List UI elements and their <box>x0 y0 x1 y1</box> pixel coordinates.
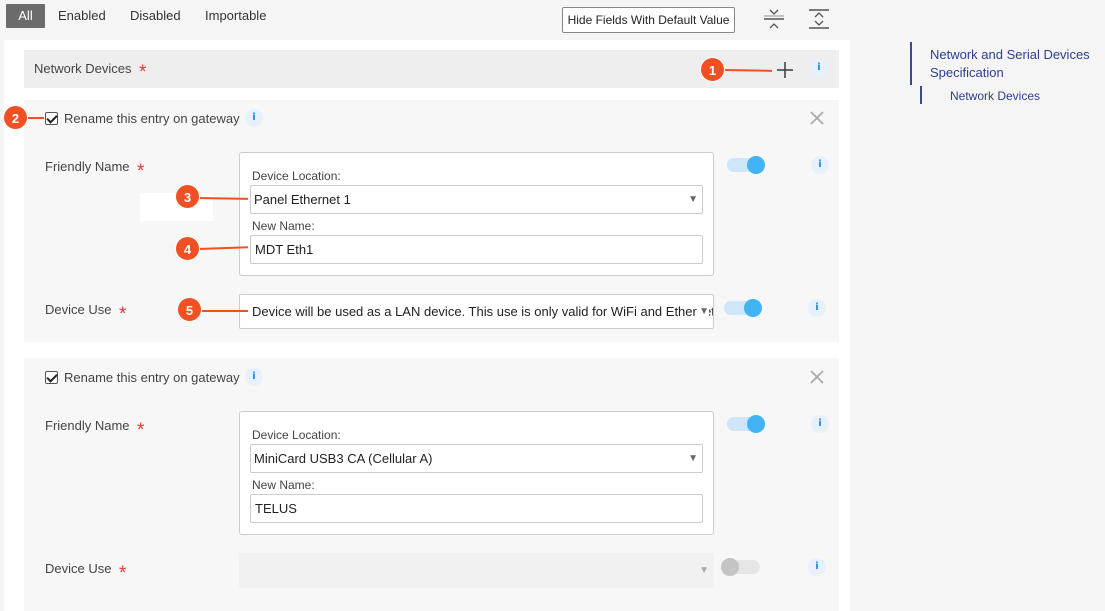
chevron-down-icon: ▼ <box>686 445 698 472</box>
callout-4: 4 <box>175 236 200 261</box>
required-marker: * <box>119 304 127 325</box>
toc-indicator <box>920 86 922 104</box>
rename-info-icon[interactable]: i <box>245 109 263 127</box>
device-use-info-icon[interactable]: i <box>808 558 826 576</box>
hide-default-fields-button[interactable]: Hide Fields With Default Value <box>562 7 735 33</box>
collapse-all-icon[interactable] <box>762 8 786 30</box>
rename-label: Rename this entry on gateway <box>64 370 240 385</box>
callout-5: 5 <box>177 297 202 322</box>
tab-enabled[interactable]: Enabled <box>58 4 106 28</box>
friendly-name-toggle[interactable] <box>727 415 765 433</box>
rename-label: Rename this entry on gateway <box>64 111 240 126</box>
new-name-label: New Name: <box>252 478 315 492</box>
required-marker: * <box>139 62 147 83</box>
required-marker: * <box>137 420 145 441</box>
toc-indicator <box>910 42 912 85</box>
required-marker: * <box>137 161 145 182</box>
device-use-select[interactable]: Device will be used as a LAN device. Thi… <box>239 294 714 329</box>
required-marker: * <box>119 563 127 584</box>
chevron-down-icon: ▼ <box>697 295 709 328</box>
device-use-toggle[interactable] <box>724 299 762 317</box>
callout-line <box>26 117 44 119</box>
plus-icon[interactable] <box>775 61 795 79</box>
callout-3: 3 <box>175 184 200 209</box>
new-name-input[interactable]: MDT Eth1 <box>250 235 703 264</box>
tab-disabled[interactable]: Disabled <box>130 4 181 28</box>
close-icon[interactable] <box>809 369 825 385</box>
tab-importable[interactable]: Importable <box>205 4 266 28</box>
new-name-label: New Name: <box>252 219 315 233</box>
friendly-name-label: Friendly Name <box>45 159 130 174</box>
friendly-name-label: Friendly Name <box>45 418 130 433</box>
callout-1: 1 <box>700 57 725 82</box>
chevron-down-icon: ▼ <box>697 554 709 587</box>
toc-link-spec[interactable]: Network and Serial Devices Specification <box>930 46 1100 82</box>
tab-all[interactable]: All <box>6 4 45 28</box>
new-name-input[interactable]: TELUS <box>250 494 703 523</box>
device-location-value: Panel Ethernet 1 <box>254 192 351 207</box>
device-use-select[interactable]: ▼ <box>239 553 714 588</box>
device-use-info-icon[interactable]: i <box>808 299 826 317</box>
chevron-down-icon: ▼ <box>686 186 698 213</box>
rename-checkbox[interactable] <box>45 371 58 384</box>
device-use-label: Device Use <box>45 302 112 317</box>
device-use-toggle[interactable] <box>721 558 760 576</box>
callout-2: 2 <box>3 105 28 130</box>
device-location-select[interactable]: Panel Ethernet 1 ▼ <box>250 185 703 214</box>
expand-all-icon[interactable] <box>807 8 831 30</box>
friendly-name-info-icon[interactable]: i <box>811 415 829 433</box>
close-icon[interactable] <box>809 110 825 126</box>
friendly-name-info-icon[interactable]: i <box>811 156 829 174</box>
rename-info-icon[interactable]: i <box>245 368 263 386</box>
device-location-value: MiniCard USB3 CA (Cellular A) <box>254 451 433 466</box>
device-use-value: Device will be used as a LAN device. Thi… <box>252 304 714 319</box>
device-location-select[interactable]: MiniCard USB3 CA (Cellular A) ▼ <box>250 444 703 473</box>
device-location-label: Device Location: <box>252 428 341 442</box>
friendly-name-toggle[interactable] <box>727 156 765 174</box>
device-location-label: Device Location: <box>252 169 341 183</box>
device-use-label: Device Use <box>45 561 112 576</box>
toc-link-network-devices[interactable]: Network Devices <box>950 87 1040 105</box>
section-info-icon[interactable]: i <box>810 59 828 77</box>
section-title: Network Devices <box>34 61 132 76</box>
rename-checkbox[interactable] <box>45 112 58 125</box>
callout-line <box>200 310 248 312</box>
